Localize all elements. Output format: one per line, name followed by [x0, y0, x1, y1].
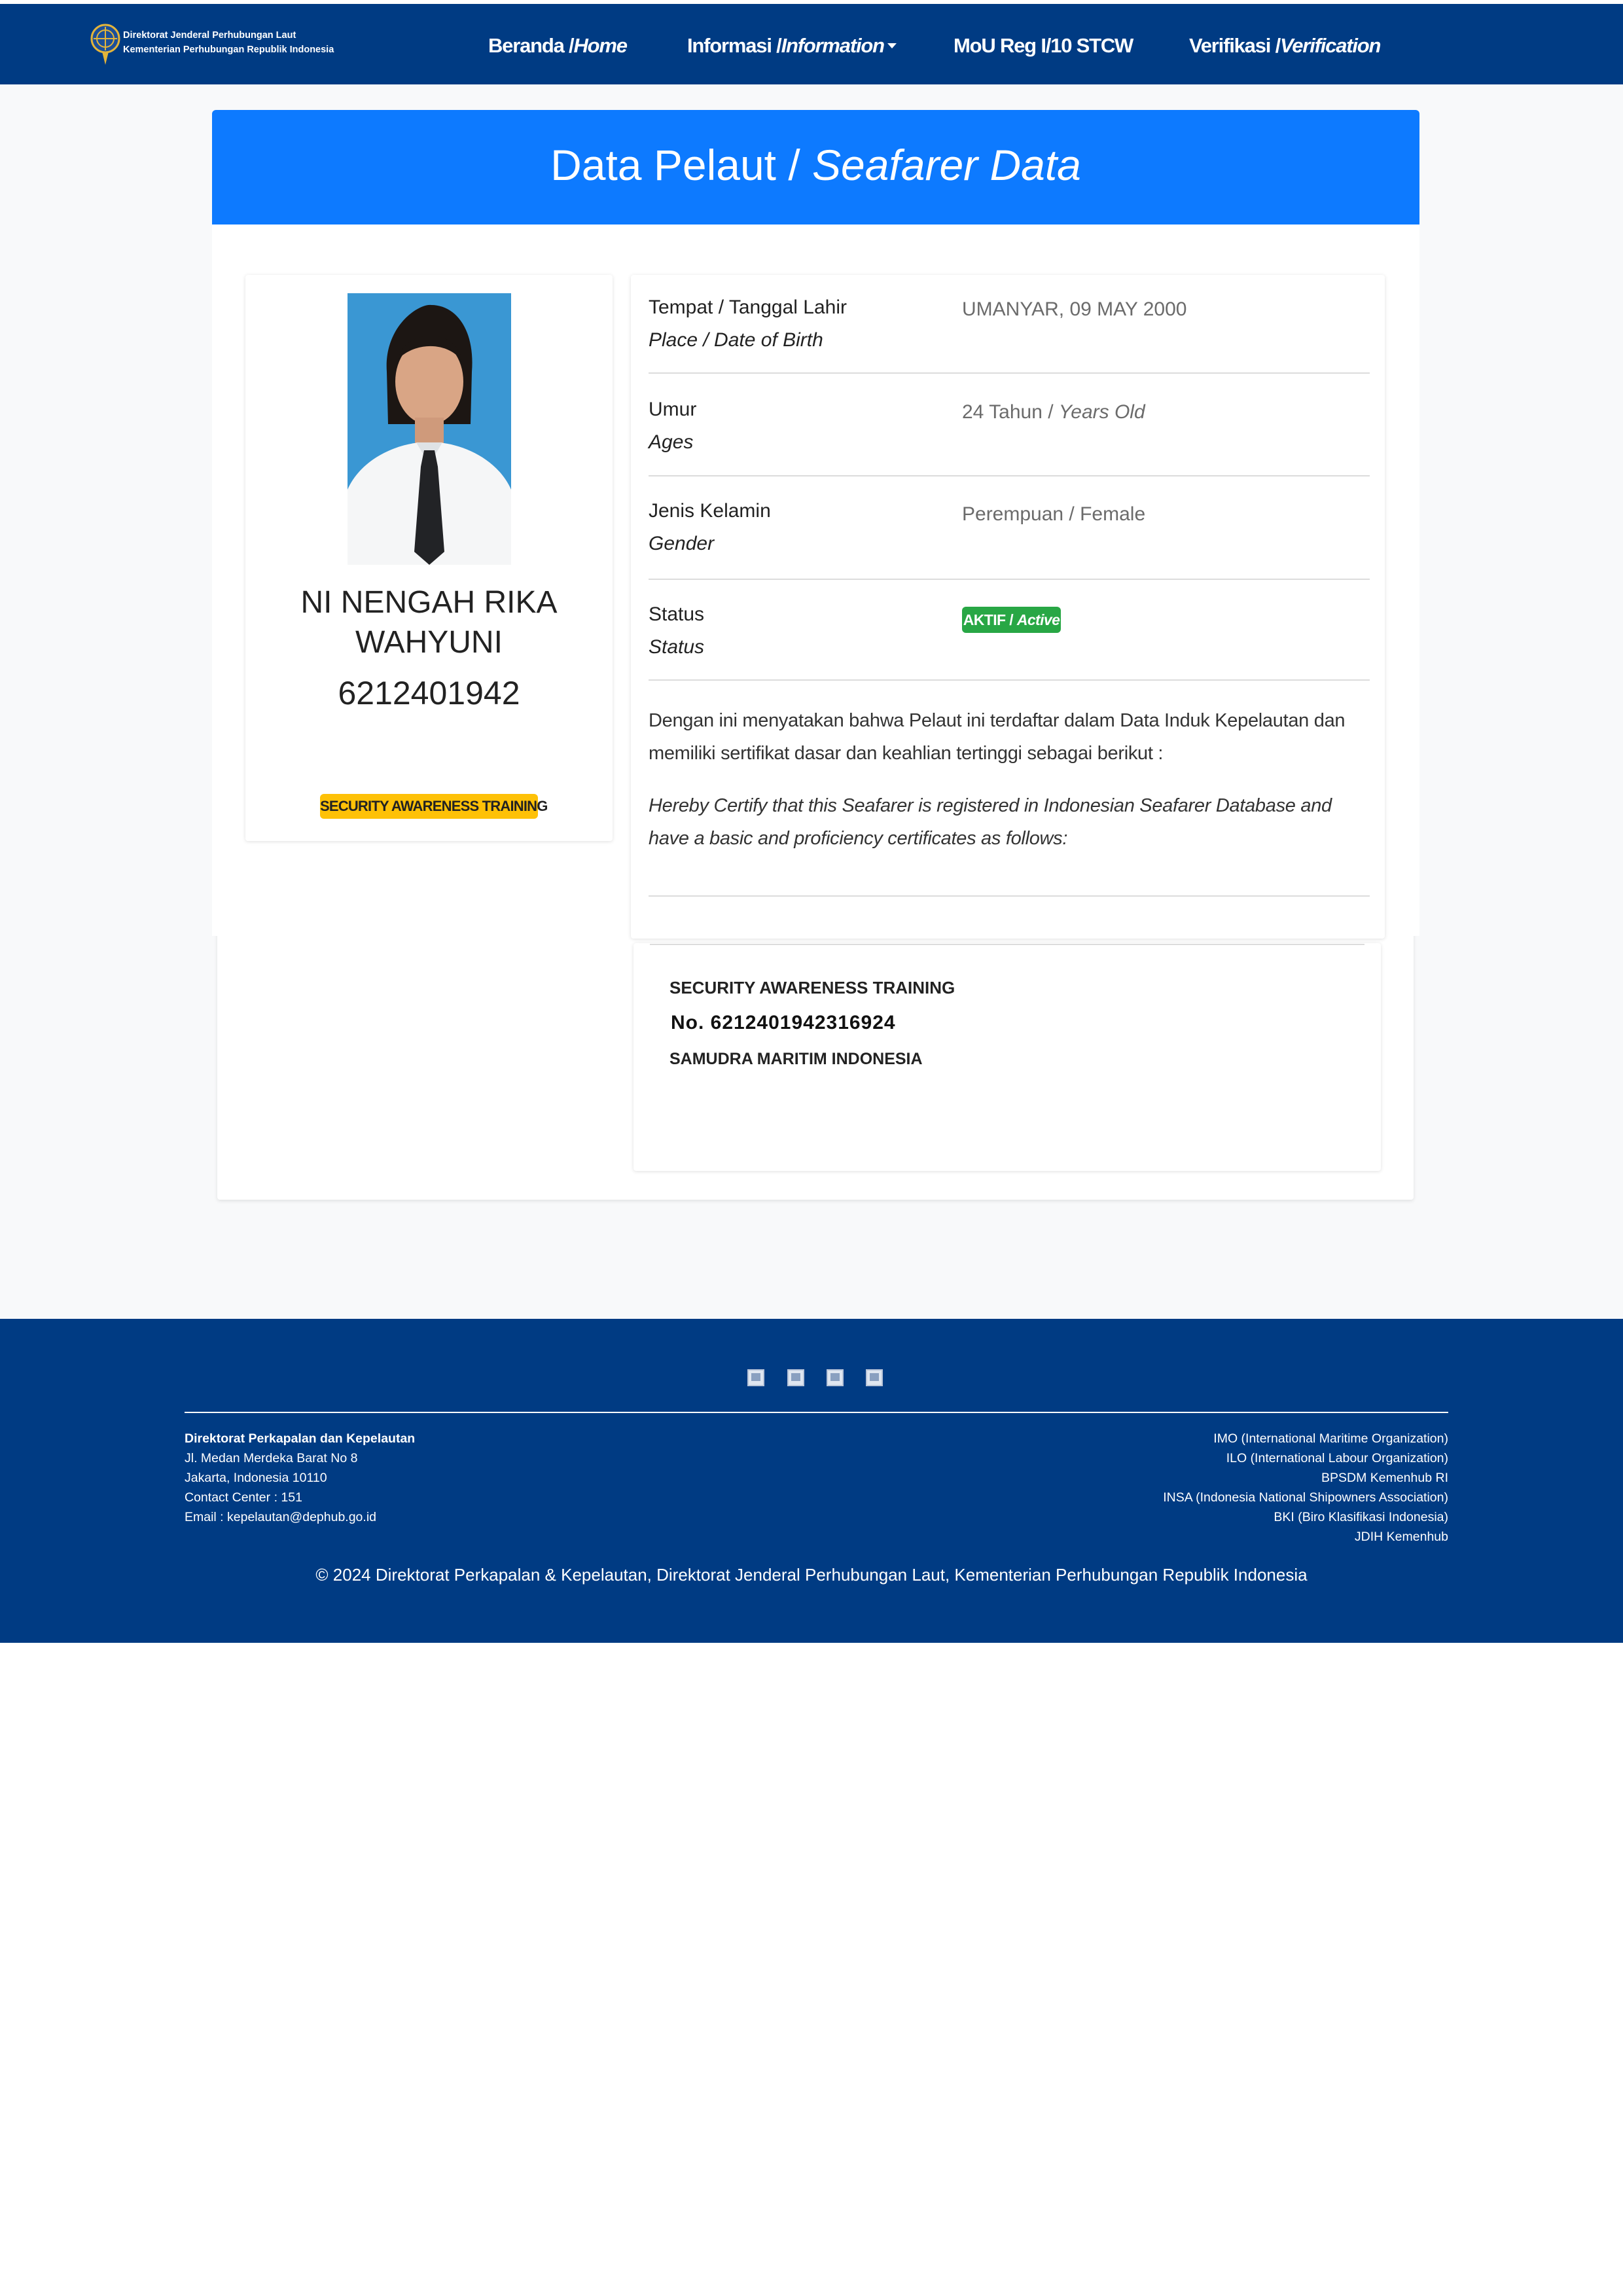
age-label-id: Umur	[649, 399, 697, 420]
divider	[649, 895, 1370, 897]
seafarer-name-line-2: WAHYUNI	[355, 625, 503, 660]
emblem-icon	[90, 24, 120, 65]
status-label: Status Status	[649, 598, 704, 664]
age-value: 24 Tahun / Years Old	[962, 396, 1145, 429]
age-value-en: Years Old	[1058, 401, 1145, 423]
nav-mou-stcw[interactable]: MoU Reg I/10 STCW	[954, 33, 1133, 59]
page-title-en: Seafarer Data	[812, 141, 1081, 189]
nav-verification-label: Verifikasi /	[1189, 34, 1281, 57]
social-icon-2[interactable]	[787, 1369, 804, 1386]
site-logo[interactable]: Direktorat Jenderal Perhubungan Laut Kem…	[88, 20, 336, 69]
birth-value: UMANYAR, 09 MAY 2000	[962, 298, 1187, 320]
seafarer-name: NI NENGAH RIKA WAHYUNI	[245, 583, 613, 662]
logo-line-1: Direktorat Jenderal Perhubungan Laut	[123, 30, 296, 41]
status-badge-id: AKTIF /	[963, 611, 1017, 628]
gender-value: Perempuan / Female	[962, 503, 1146, 525]
divider	[649, 475, 1370, 476]
page-title-id: Data Pelaut /	[550, 141, 812, 189]
seafarer-name-line-1: NI NENGAH RIKA	[300, 585, 558, 620]
gender-label-id: Jenis Kelamin	[649, 500, 771, 522]
gender-label-en: Gender	[649, 533, 715, 554]
footer-org-name: Direktorat Perkapalan dan Kepelautan	[185, 1431, 416, 1446]
nav-information-label-en: Information	[781, 34, 885, 57]
page-title: Data Pelaut / Seafarer Data	[212, 133, 1419, 197]
status-badge-en: Active	[1016, 611, 1060, 628]
footer-contact-center: Contact Center : 151	[185, 1490, 302, 1505]
birth-label-id: Tempat / Tanggal Lahir	[649, 296, 847, 318]
age-value-id: 24 Tahun /	[962, 401, 1059, 423]
status-label-id: Status	[649, 603, 705, 625]
footer-link-bki[interactable]: BKI (Biro Klasifikasi Indonesia)	[1047, 1507, 1448, 1527]
age-label-en: Ages	[649, 431, 694, 453]
copyright: © 2024 Direktorat Perkapalan & Kepelauta…	[315, 1565, 1308, 1585]
footer-link-ilo[interactable]: ILO (International Labour Organization)	[1047, 1448, 1448, 1468]
status-label-en: Status	[649, 636, 705, 658]
seafarer-photo	[348, 293, 511, 565]
certificate-name: SECURITY AWARENESS TRAINING	[669, 978, 955, 997]
statement-english: Hereby Certify that this Seafarer is reg…	[649, 795, 1332, 849]
logo-text: Direktorat Jenderal Perhubungan Laut Kem…	[123, 28, 334, 57]
statement-indonesian: Dengan ini menyatakan bahwa Pelaut ini t…	[649, 710, 1346, 764]
nav-mou-label: MoU Reg I/10 STCW	[954, 34, 1133, 57]
seafarer-code: 6212401942	[338, 675, 520, 711]
birth-label: Tempat / Tanggal Lahir Place / Date of Bi…	[649, 291, 847, 357]
footer-link-jdih[interactable]: JDIH Kemenhub	[1047, 1527, 1448, 1547]
certificate-badge: SECURITY AWARENESS TRAINING	[320, 794, 548, 819]
footer-link-insa[interactable]: INSA (Indonesia National Shipowners Asso…	[1047, 1488, 1448, 1507]
social-icon-4[interactable]	[866, 1369, 883, 1386]
divider	[649, 679, 1370, 681]
nav-home-label: Beranda /	[488, 34, 575, 57]
social-icon-3[interactable]	[827, 1369, 844, 1386]
logo-line-2: Kementerian Perhubungan Republik Indones…	[123, 45, 334, 55]
footer-link-bpsdm[interactable]: BPSDM Kemenhub RI	[1047, 1468, 1448, 1488]
nav-information-dropdown[interactable]: Informasi /Information	[687, 33, 897, 59]
footer-contact: Direktorat Perkapalan dan Kepelautan Jl.…	[185, 1429, 415, 1527]
footer-address: Jl. Medan Merdeka Barat No 8	[185, 1451, 358, 1465]
divider	[649, 579, 1370, 580]
birth-label-en: Place / Date of Birth	[649, 329, 823, 351]
social-icon-1[interactable]	[747, 1369, 764, 1386]
gender-label: Jenis Kelamin Gender	[649, 495, 771, 560]
nav-verification[interactable]: Verifikasi /Verification	[1189, 33, 1381, 59]
divider	[650, 944, 1364, 945]
footer-email[interactable]: Email : kepelautan@dephub.go.id	[185, 1507, 415, 1527]
divider	[649, 372, 1370, 374]
certificate-number: No. 6212401942316924	[671, 1012, 896, 1033]
blank-area	[0, 1643, 1623, 2296]
nav-home-label-en: Home	[573, 34, 628, 57]
caret-down-icon	[887, 43, 897, 48]
nav-information-label: Informasi /	[687, 34, 782, 57]
age-label: Umur Ages	[649, 393, 696, 459]
footer-city: Jakarta, Indonesia 10110	[185, 1471, 327, 1485]
nav-verification-label-en: Verification	[1279, 34, 1381, 57]
status-badge: AKTIF / Active	[962, 607, 1061, 633]
footer-link-imo[interactable]: IMO (International Maritime Organization…	[1047, 1429, 1448, 1448]
certificate-institution: SAMUDRA MARITIM INDONESIA	[669, 1050, 923, 1068]
navbar: Direktorat Jenderal Perhubungan Laut Kem…	[0, 4, 1623, 84]
footer-links: IMO (International Maritime Organization…	[1047, 1429, 1448, 1547]
footer-divider	[185, 1412, 1448, 1413]
nav-home[interactable]: Beranda /Home	[488, 33, 628, 59]
